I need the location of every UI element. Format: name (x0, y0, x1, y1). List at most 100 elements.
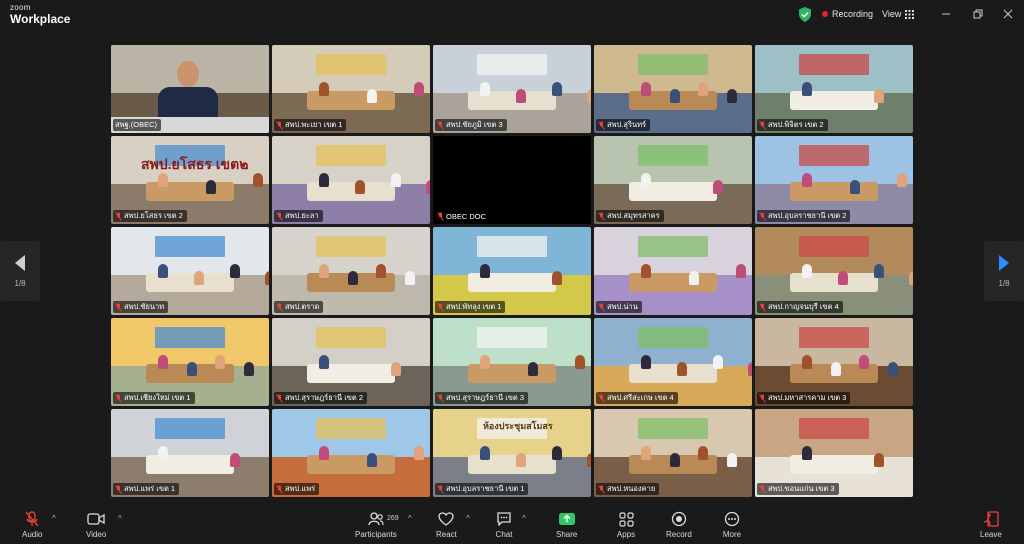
record-icon (671, 511, 687, 527)
participant-name-tag: สพป.สุรินทร์ (596, 119, 651, 131)
participant-tile[interactable]: สพป.ยโสธร เขต๒ สพป.ยโสธร เขต 2 (111, 136, 269, 224)
mic-muted-icon (598, 484, 605, 494)
chat-icon (497, 512, 511, 526)
participant-name-tag: สพป.น่าน (596, 301, 642, 313)
participant-name: สพป.สุราษฎร์ธานี เขต 2 (285, 393, 364, 402)
mic-muted-icon (759, 302, 766, 312)
leave-button[interactable]: Leave (980, 510, 1002, 542)
participant-name: สพป.เชียงใหม่ เขต 1 (124, 393, 191, 402)
participant-name: สพฐ.(OBEC) (115, 120, 157, 129)
participant-name: สพป.หนองคาย (607, 484, 656, 493)
participant-tile[interactable]: สพป.สุราษฎร์ธานี เขต 3 (433, 318, 591, 406)
participants-options-chevron-up-icon[interactable]: ^ (408, 514, 412, 523)
participant-name: สพป.ยะลา (285, 211, 319, 220)
audio-button[interactable]: Audio (22, 510, 42, 542)
participant-name-tag: สพป.มหาสารคาม เขต 3 (757, 392, 851, 404)
mic-muted-icon (598, 302, 605, 312)
restore-icon[interactable] (970, 6, 986, 22)
participant-tile[interactable]: สพป.สมุทรสาคร (594, 136, 752, 224)
chat-button[interactable]: Chat (494, 510, 514, 542)
participant-tile[interactable]: สพป.เชียงใหม่ เขต 1 (111, 318, 269, 406)
participant-tile[interactable]: สพป.ตราด (272, 227, 430, 315)
video-button[interactable]: Video (86, 510, 106, 542)
participant-tile[interactable]: สพป.พะเยา เขต 1 (272, 45, 430, 133)
next-page-button[interactable]: 1/8 (984, 241, 1024, 301)
leave-icon (983, 511, 999, 527)
participant-name: สพป.ชัยนาท (124, 302, 165, 311)
participant-tile[interactable]: สพป.แพร่ เขต 1 (111, 409, 269, 497)
participant-name: สพป.สุรินทร์ (607, 120, 647, 129)
participant-tile[interactable]: สพป.ชัยนาท (111, 227, 269, 315)
recording-dot-icon (822, 11, 828, 17)
participant-tile[interactable]: สพป.สุรินทร์ (594, 45, 752, 133)
apps-icon (618, 511, 634, 527)
participants-icon (368, 512, 384, 526)
participants-label: Participants (355, 530, 397, 539)
participant-name-tag: สพป.พะเยา เขต 1 (274, 119, 347, 131)
mic-muted-icon (759, 484, 766, 494)
participant-name: สพป.มหาสารคาม เขต 3 (768, 393, 847, 402)
participant-tile[interactable]: สพป.สุราษฎร์ธานี เขต 2 (272, 318, 430, 406)
participant-name: สพป.ตราด (285, 302, 320, 311)
participant-name: สพป.น่าน (607, 302, 638, 311)
participant-name-tag: สพป.ศรีสะเกษ เขต 4 (596, 392, 678, 404)
react-label: React (436, 530, 457, 539)
participant-tile[interactable]: สพป.มหาสารคาม เขต 3 (755, 318, 913, 406)
apps-button[interactable]: Apps (616, 510, 636, 542)
participant-tile[interactable]: สพป.ศรีสะเกษ เขต 4 (594, 318, 752, 406)
react-button[interactable]: React (436, 510, 457, 542)
participant-name: สพป.อุบลราชธานี เขต 1 (446, 484, 525, 493)
participant-name: สพป.พัทลุง เขต 1 (446, 302, 502, 311)
participant-tile[interactable]: สพป.ชัยภูมิ เขต 3 (433, 45, 591, 133)
participant-tile[interactable]: สพป.อุบลราชธานี เขต 2 (755, 136, 913, 224)
share-button[interactable]: Share (556, 510, 577, 542)
more-button[interactable]: More (722, 510, 742, 542)
participant-name: สพป.ชัยภูมิ เขต 3 (446, 120, 503, 129)
participant-name-tag: สพป.หนองคาย (596, 483, 660, 495)
encryption-shield-icon[interactable] (798, 7, 812, 22)
record-label: Record (666, 530, 692, 539)
participant-name-tag: สพป.ยะลา (274, 210, 323, 222)
participant-tile[interactable]: สพป.กาญจนบุรี เขต 4 (755, 227, 913, 315)
participant-tile[interactable]: OBEC DOC (433, 136, 591, 224)
view-button[interactable]: View (882, 9, 915, 19)
video-label: Video (86, 530, 107, 539)
mic-muted-icon (276, 211, 283, 221)
participant-name: สพป.ยโสธร เขต 2 (124, 211, 183, 220)
recording-indicator[interactable]: Recording (822, 9, 873, 19)
minimize-icon[interactable] (938, 6, 954, 22)
participant-tile[interactable]: สพฐ.(OBEC) (111, 45, 269, 133)
camera-icon (87, 513, 105, 525)
previous-page-button[interactable]: 1/8 (0, 241, 40, 301)
close-icon[interactable] (1000, 6, 1016, 22)
room-sign-text: ห้องประชุมสโมสร (483, 421, 553, 431)
brand-bottom: Workplace (10, 12, 71, 26)
participant-tile[interactable]: สพป.น่าน (594, 227, 752, 315)
participant-name-tag: สพป.ตราด (274, 301, 324, 313)
react-options-chevron-up-icon[interactable]: ^ (466, 514, 470, 523)
mic-muted-icon (437, 211, 444, 221)
video-options-chevron-up-icon[interactable]: ^ (118, 514, 122, 523)
chat-options-chevron-up-icon[interactable]: ^ (522, 514, 526, 523)
mic-muted-icon (437, 302, 444, 312)
participant-name-tag: สพฐ.(OBEC) (113, 119, 161, 131)
mic-muted-icon (759, 211, 766, 221)
more-label: More (722, 530, 742, 539)
participant-tile[interactable]: สพป.พัทลุง เขต 1 (433, 227, 591, 315)
record-button[interactable]: Record (666, 510, 692, 542)
participant-tile[interactable]: สพป.หนองคาย (594, 409, 752, 497)
participant-tile[interactable]: ห้องประชุมสโมสรสพป.อุบลราชธานี เขต 1 (433, 409, 591, 497)
grid-icon (905, 9, 915, 19)
participant-tile[interactable]: สพป.แพร่ (272, 409, 430, 497)
participant-tile[interactable]: สพป.ยะลา (272, 136, 430, 224)
participant-tile[interactable]: สพป.พิจิตร เขต 2 (755, 45, 913, 133)
arrow-right-icon (999, 254, 1009, 271)
participant-name-tag: สพป.ขอนแก่น เขต 3 (757, 483, 839, 495)
audio-options-chevron-up-icon[interactable]: ^ (52, 514, 56, 523)
participant-name-tag: สพป.ชัยนาท (113, 301, 169, 313)
leave-label: Leave (980, 530, 1002, 539)
participant-tile[interactable]: สพป.ขอนแก่น เขต 3 (755, 409, 913, 497)
mic-muted-icon (115, 393, 122, 403)
mic-muted-icon (598, 393, 605, 403)
participant-name: สพป.ขอนแก่น เขต 3 (768, 484, 835, 493)
